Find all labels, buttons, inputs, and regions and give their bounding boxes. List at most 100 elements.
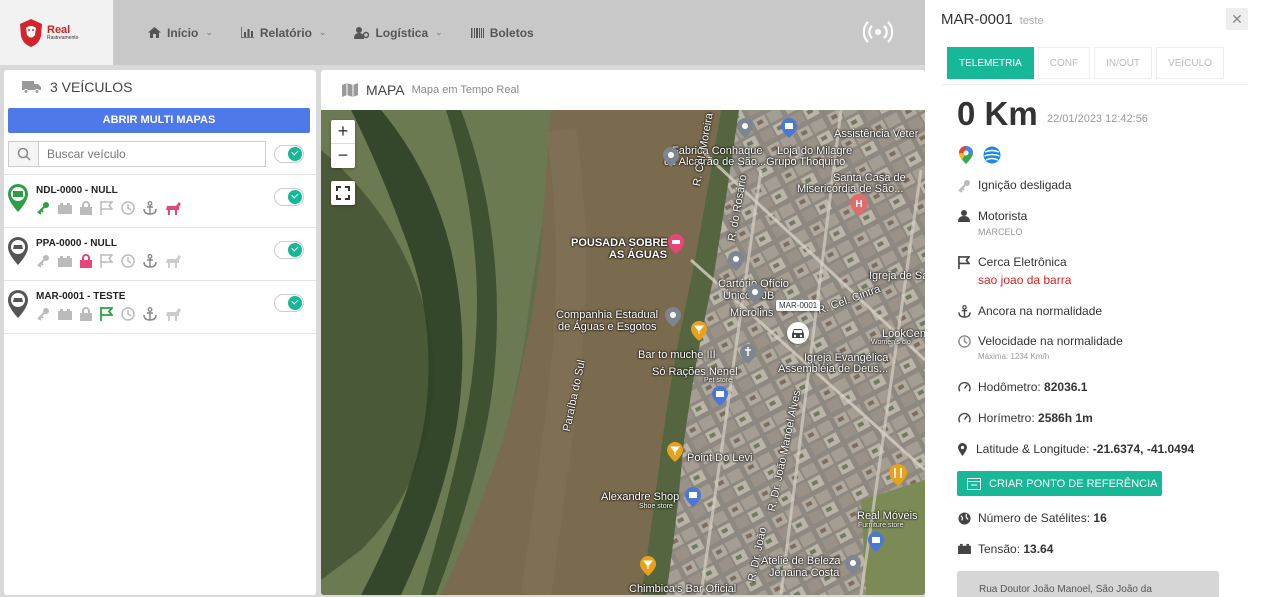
google-maps-icon[interactable] [957,146,975,169]
create-reference-point-button[interactable]: CRIAR PONTO DE REFERÊNCIA [957,471,1162,496]
vehicle-status-icons [36,307,189,321]
shop-marker-icon[interactable] [685,487,701,507]
select-all-toggle[interactable] [274,145,304,163]
vehicle-visibility-toggle[interactable] [274,241,304,259]
zoom-controls: + − [331,120,355,168]
map-title: MAPA [366,82,405,98]
nav-inicio[interactable]: Início ⌄ [148,26,213,40]
nav-relatorio[interactable]: Relatório ⌄ [240,26,327,40]
map-label: Atelie de Beleza [761,555,841,567]
map-label: Furniture store [858,522,904,529]
satellites-label: Número de Satélites: [978,511,1091,525]
satellites-row: Número de Satélites: 16 [957,511,1107,525]
fence-flag-icon [957,255,971,269]
speed-clock-icon [957,334,971,348]
vehicle-list: NDL-0000 - NULL PPA-0000 - NULL MAR-0001… [4,174,316,334]
map-label: Alexandre Shop [601,491,680,503]
odometer-value: 82036.1 [1044,380,1088,394]
tab-in-out[interactable]: IN/OUT [1094,47,1153,79]
latlng-value: -21.6374, -41.0494 [1092,442,1195,456]
satellites-value: 16 [1093,511,1107,525]
signal-broadcast-icon[interactable] [863,18,893,46]
poi-marker-icon[interactable] [845,555,861,575]
shop-marker-icon[interactable] [712,386,728,406]
nav-label: Logística [375,25,429,40]
lock-icon [80,201,92,215]
lock-icon [80,254,92,268]
tab-conf[interactable]: CONF [1037,47,1091,79]
map-marker-add-icon [967,477,981,490]
detail-title: MAR-0001 teste [941,11,1044,28]
chevron-down-icon: ⌄ [318,27,327,37]
anchor-row: Ancora na normalidade [957,304,1102,318]
anchor-status: Ancora na normalidade [978,304,1103,318]
chevron-down-icon: ⌄ [435,27,443,37]
anchor-icon [143,254,157,268]
map-label: Women's clo [871,339,911,346]
tab-telemetria[interactable]: TELEMETRIA [947,47,1034,79]
poi-marker-icon[interactable] [747,284,763,304]
vehicle-name: MAR-0001 - TESTE [36,291,126,302]
vehicle-item-ndl-0000[interactable]: NDL-0000 - NULL [4,175,316,228]
poi-marker-icon[interactable] [728,251,744,271]
vehicle-car-marker-icon[interactable] [787,322,809,344]
map-label: Point Do Levi [687,452,753,464]
user-icon [957,209,971,222]
zoom-in-button[interactable]: + [331,120,355,144]
brand-logo[interactable]: Real Rastreamento [0,0,113,65]
vehicle-status-icons [36,254,189,268]
vehicle-visibility-toggle[interactable] [274,294,304,312]
church-marker-icon[interactable] [740,344,756,364]
map-label: Assistência Veter [834,128,919,140]
speed-clock-icon [121,254,135,268]
vehicle-item-mar-0001[interactable]: MAR-0001 - TESTE [4,281,316,334]
close-button[interactable]: ✕ [1226,8,1248,30]
nav-logistica[interactable]: Logística ⌄ [354,25,443,40]
vehicle-count: 3 VEÍCULOS [50,79,133,95]
battery-icon [58,309,72,320]
shop-marker-icon[interactable] [781,118,797,138]
chart-icon [240,27,254,38]
bar-marker-icon[interactable] [691,321,707,341]
map-label: Bar to muche III [638,349,716,361]
vehicle-item-ppa-0000[interactable]: PPA-0000 - NULL [4,228,316,281]
satellite-map[interactable]: Fabrica Conhaque de Alcatrão de São... L… [321,110,925,595]
search-icon [8,141,38,167]
poi-marker-icon[interactable] [663,147,679,167]
tab-veiculo[interactable]: VEÍCULO [1156,47,1224,79]
map-pin-icon [8,184,28,212]
anchor-icon [957,304,971,318]
detail-plate: MAR-0001 [941,11,1013,28]
bar-marker-icon[interactable] [667,442,683,462]
users-gear-icon [354,26,370,39]
address-box: Rua Doutor João Manoel, São João da [957,571,1219,597]
nav-boletos[interactable]: Boletos [470,26,534,40]
restaurant-marker-icon[interactable] [889,464,907,486]
shop-marker-icon[interactable] [868,532,884,552]
vehicles-panel: 3 VEÍCULOS ABRIR MULTI MAPAS NDL-0000 - … [4,70,316,595]
hospital-marker-icon[interactable]: H [850,194,868,216]
speed-clock-icon [121,201,135,215]
street-view-globe-icon[interactable] [983,146,1001,169]
open-multi-maps-button[interactable]: ABRIR MULTI MAPAS [8,108,310,133]
fullscreen-button[interactable] [331,181,355,205]
map-label: Chimbica's Bar Oficial [629,583,737,595]
poi-marker-icon[interactable] [737,118,753,138]
zoom-out-button[interactable]: − [331,144,355,168]
voltage-label: Tensão: [978,542,1021,556]
vehicle-search-input[interactable] [38,141,266,167]
map-label: Companhia Estadual [556,309,659,321]
horse-icon [166,202,181,215]
poi-marker-icon[interactable] [665,307,681,327]
vehicle-visibility-toggle[interactable] [274,188,304,206]
driver-name: MARCELO [978,227,1023,237]
map-icon [342,83,358,97]
latlng-row: Latitude & Longitude: -21.6374, -41.0494 [955,442,1194,456]
key-icon [37,202,49,215]
vehicle-status-icons [36,201,189,215]
vehicle-detail-panel: MAR-0001 teste ✕ TELEMETRIA CONF IN/OUT V… [925,0,1265,597]
hotel-marker-icon[interactable] [668,234,684,254]
bar-marker-icon[interactable] [640,556,656,576]
map-header: MAPA Mapa em Tempo Real [321,70,925,110]
fence-flag-icon [100,254,113,268]
